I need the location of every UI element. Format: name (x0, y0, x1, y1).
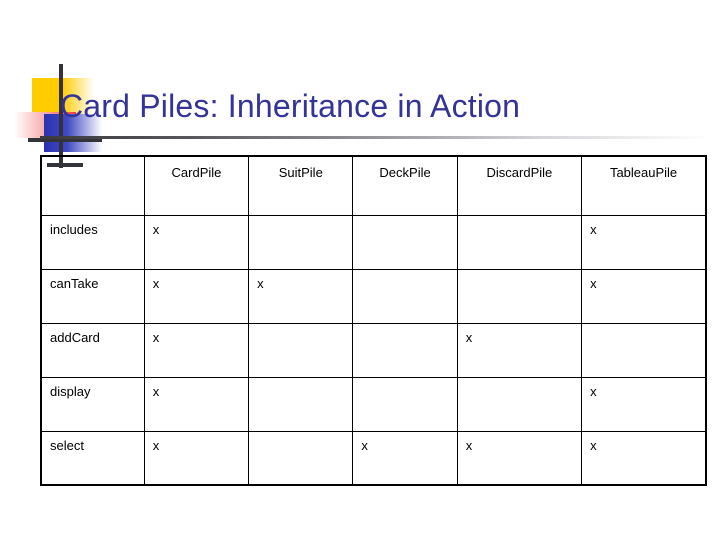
cell-includes-suitpile (248, 214, 354, 270)
cell-display-suitpile (248, 376, 354, 432)
cell-select-tableaupile: x (581, 430, 707, 486)
cell-includes-discardpile (456, 214, 583, 270)
table-row: select x x x x (40, 430, 707, 486)
cell-display-discardpile (456, 376, 583, 432)
comparison-table-container: CardPile SuitPile DeckPile DiscardPile T… (40, 155, 707, 486)
table-row: addCard x x (40, 322, 707, 378)
table-header-row: CardPile SuitPile DeckPile DiscardPile T… (40, 155, 707, 216)
cell-select-discardpile: x (456, 430, 583, 486)
cell-display-tableaupile: x (581, 376, 707, 432)
column-header-suitpile: SuitPile (248, 155, 354, 216)
table-row: canTake x x x (40, 268, 707, 324)
column-header-discardpile: DiscardPile (456, 155, 583, 216)
cell-cantake-tableaupile: x (581, 268, 707, 324)
row-label-includes: includes (40, 214, 145, 270)
cell-addcard-cardpile: x (143, 322, 250, 378)
cell-includes-tableaupile: x (581, 214, 707, 270)
cell-addcard-deckpile (352, 322, 458, 378)
table-row: includes x x (40, 214, 707, 270)
cell-includes-deckpile (352, 214, 458, 270)
cell-addcard-tableaupile (581, 322, 707, 378)
cell-cantake-deckpile (352, 268, 458, 324)
slide-canvas: Card Piles: Inheritance in Action CardPi… (0, 0, 720, 540)
column-header-tableaupile: TableauPile (581, 155, 707, 216)
cell-display-deckpile (352, 376, 458, 432)
cell-cantake-cardpile: x (143, 268, 250, 324)
cell-addcard-discardpile: x (456, 322, 583, 378)
column-header-deckpile: DeckPile (352, 155, 458, 216)
table-corner-cell (40, 155, 145, 216)
row-label-display: display (40, 376, 145, 432)
cell-select-cardpile: x (143, 430, 250, 486)
cell-includes-cardpile: x (143, 214, 250, 270)
table-row: display x x (40, 376, 707, 432)
cell-display-cardpile: x (143, 376, 250, 432)
method-inheritance-table: CardPile SuitPile DeckPile DiscardPile T… (40, 155, 707, 486)
cell-addcard-suitpile (248, 322, 354, 378)
row-label-cantake: canTake (40, 268, 145, 324)
page-title: Card Piles: Inheritance in Action (60, 88, 521, 124)
cell-cantake-discardpile (456, 268, 583, 324)
table-body: CardPile SuitPile DeckPile DiscardPile T… (40, 155, 707, 486)
cell-select-deckpile: x (352, 430, 458, 486)
title-divider (40, 136, 710, 139)
row-label-addcard: addCard (40, 322, 145, 378)
cell-cantake-suitpile: x (248, 268, 354, 324)
cell-select-suitpile (248, 430, 354, 486)
column-header-cardpile: CardPile (143, 155, 250, 216)
row-label-select: select (40, 430, 145, 486)
